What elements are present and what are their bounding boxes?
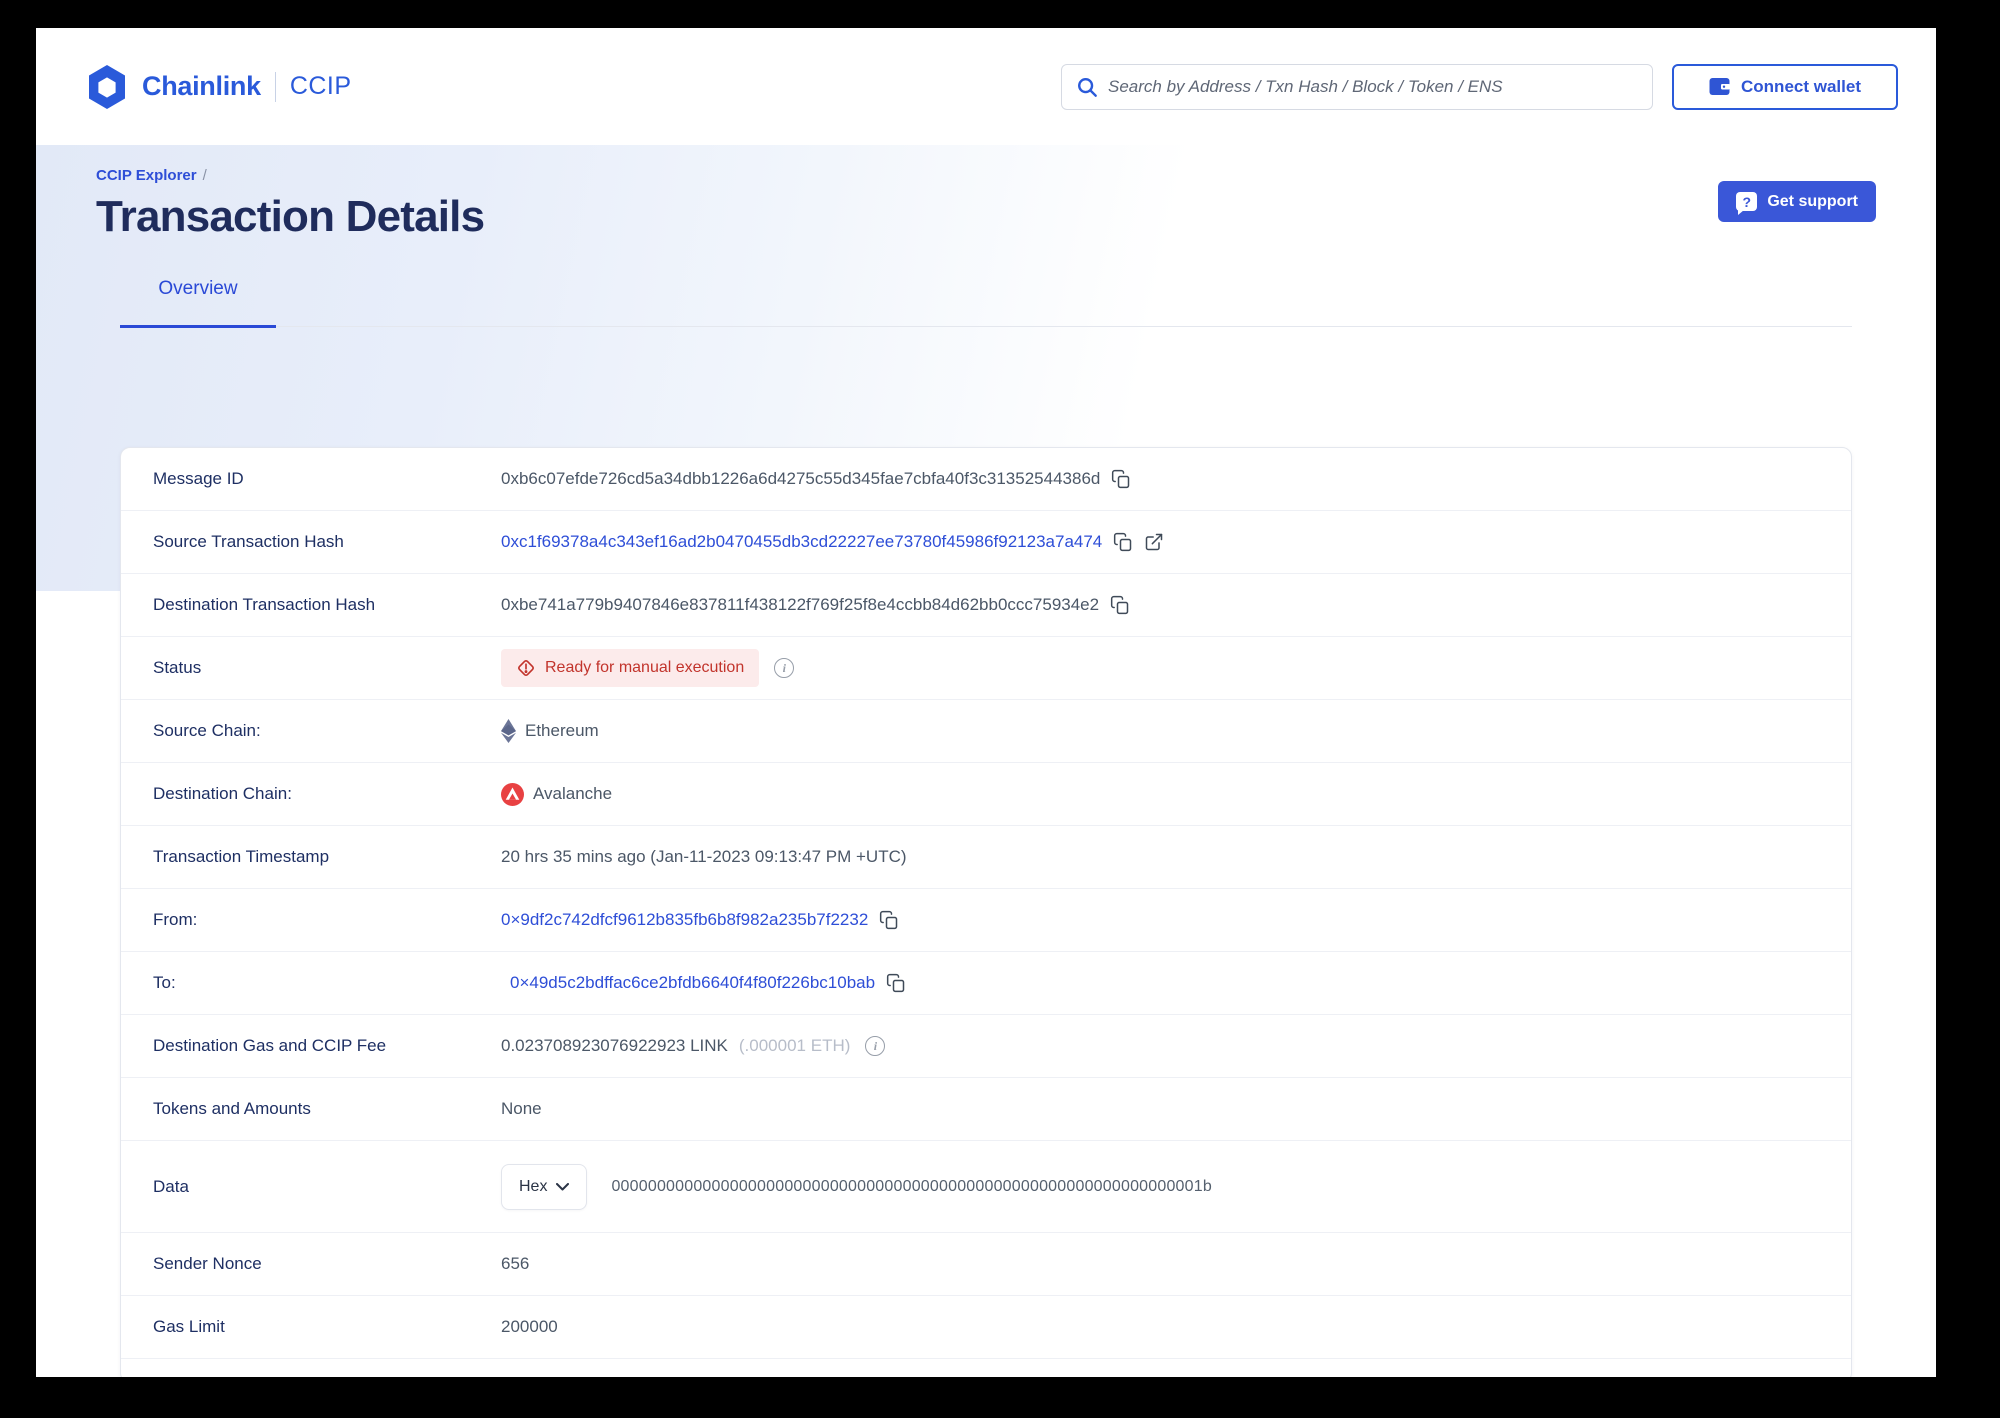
table-row-tokens: Tokens and Amounts None bbox=[121, 1078, 1851, 1141]
info-icon[interactable]: i bbox=[865, 1036, 886, 1056]
copy-icon[interactable] bbox=[879, 910, 899, 930]
tab-overview[interactable]: Overview bbox=[120, 278, 276, 328]
from-address-link[interactable]: 0×9df2c742dfcf9612b835fb6b8f982a235b7f22… bbox=[501, 910, 868, 930]
data-format-dropdown[interactable]: Hex bbox=[501, 1163, 588, 1210]
connect-wallet-button[interactable]: Connect wallet bbox=[1672, 63, 1898, 110]
brand-name: Chainlink bbox=[142, 71, 261, 101]
status-badge-label: Ready for manual execution bbox=[545, 659, 745, 676]
warning-diamond-icon bbox=[516, 658, 536, 678]
brand-product: CCIP bbox=[289, 72, 352, 100]
copy-icon[interactable] bbox=[1113, 532, 1133, 552]
row-label: Destination Chain: bbox=[153, 784, 292, 803]
row-label: Source Transaction Hash bbox=[153, 532, 344, 551]
source-tx-hash-link[interactable]: 0xc1f69378a4c343ef16ad2b0470455db3cd2222… bbox=[501, 532, 1102, 552]
ethereum-icon bbox=[501, 719, 516, 743]
connect-wallet-label: Connect wallet bbox=[1741, 76, 1861, 96]
main-content: CCIP Explorer / Transaction Details ? Get… bbox=[36, 167, 1936, 1377]
breadcrumb-separator: / bbox=[202, 167, 207, 184]
tokens-value: None bbox=[501, 1099, 542, 1118]
breadcrumb-link[interactable]: CCIP Explorer bbox=[96, 167, 197, 184]
search-icon bbox=[1076, 76, 1098, 98]
get-support-button[interactable]: ? Get support bbox=[1718, 181, 1876, 222]
search-input[interactable] bbox=[1108, 76, 1638, 97]
breadcrumb[interactable]: CCIP Explorer / bbox=[96, 167, 484, 184]
row-label: To: bbox=[153, 973, 176, 992]
question-bubble-icon: ? bbox=[1736, 192, 1758, 215]
row-label: Data bbox=[153, 1176, 189, 1196]
transaction-details-card: Message ID 0xb6c07efde726cd5a34dbb1226a6… bbox=[120, 447, 1852, 1377]
table-row-gas-limit: Gas Limit 200000 bbox=[121, 1296, 1851, 1359]
row-label: Source Chain: bbox=[153, 721, 261, 740]
brand-divider bbox=[274, 71, 276, 102]
dest-tx-hash-value: 0xbe741a779b9407846e837811f438122f769f25… bbox=[501, 595, 1100, 614]
row-label: Status bbox=[153, 658, 202, 677]
table-row-timestamp: Transaction Timestamp 20 hrs 35 mins ago… bbox=[121, 826, 1851, 889]
table-row-status: Status Ready for manual execution i bbox=[121, 637, 1851, 700]
fee-value: 0.023708923076922923 LINK bbox=[501, 1036, 728, 1055]
copy-icon[interactable] bbox=[1110, 595, 1130, 615]
page-title: Transaction Details bbox=[96, 192, 485, 241]
sender-nonce-value: 656 bbox=[501, 1254, 530, 1273]
top-navigation-bar: Chainlink CCIP Connect wallet bbox=[36, 28, 1936, 145]
source-chain-value: Ethereum bbox=[525, 721, 599, 740]
row-label: Destination Transaction Hash bbox=[153, 595, 376, 614]
info-icon[interactable]: i bbox=[774, 658, 795, 678]
row-label: Sender Nonce bbox=[153, 1254, 262, 1273]
fee-eth-value: (.000001 ETH) bbox=[738, 1036, 851, 1055]
chainlink-ccip-logo[interactable]: Chainlink CCIP bbox=[86, 64, 352, 110]
data-hex-value: 0000000000000000000000000000000000000000… bbox=[611, 1177, 1212, 1195]
row-label: Gas Limit bbox=[153, 1317, 225, 1336]
row-label: Transaction Timestamp bbox=[153, 847, 330, 866]
table-row-data: Data Hex 0000000000000000000000000000000… bbox=[121, 1141, 1851, 1233]
heading-left: CCIP Explorer / Transaction Details bbox=[96, 167, 485, 242]
chevron-down-icon bbox=[556, 1182, 570, 1191]
table-row-to: To: 0×49d5c2bdffac6ce2bfdb6640f4f80f226b… bbox=[121, 952, 1851, 1015]
row-label: Message ID bbox=[153, 469, 244, 488]
to-address-link[interactable]: 0×49d5c2bdffac6ce2bfdb6640f4f80f226bc10b… bbox=[510, 973, 875, 993]
table-row-dest-chain: Destination Chain: Avalanche bbox=[121, 763, 1851, 826]
row-label: From: bbox=[153, 910, 198, 929]
message-id-value: 0xb6c07efde726cd5a34dbb1226a6d4275c55d34… bbox=[501, 469, 1101, 488]
dest-chain-value: Avalanche bbox=[533, 784, 613, 803]
data-format-value: Hex bbox=[519, 1177, 548, 1195]
wallet-icon bbox=[1709, 77, 1731, 96]
ccip-explorer-page: Chainlink CCIP Connect wallet bbox=[36, 28, 1936, 1377]
tab-bar: Overview bbox=[120, 278, 1852, 328]
row-label: Tokens and Amounts bbox=[153, 1099, 311, 1118]
copy-icon[interactable] bbox=[1111, 469, 1131, 489]
search-bar[interactable] bbox=[1061, 63, 1653, 110]
external-link-icon[interactable] bbox=[1144, 532, 1164, 552]
table-row-message-id: Message ID 0xb6c07efde726cd5a34dbb1226a6… bbox=[121, 448, 1851, 511]
table-row-dest-tx-hash: Destination Transaction Hash 0xbe741a779… bbox=[121, 574, 1851, 637]
copy-icon[interactable] bbox=[886, 973, 906, 993]
table-row-fee: Destination Gas and CCIP Fee 0.023708923… bbox=[121, 1015, 1851, 1078]
table-row-source-chain: Source Chain: Ethereum bbox=[121, 700, 1851, 763]
status-badge: Ready for manual execution bbox=[501, 649, 760, 687]
avalanche-icon bbox=[501, 782, 524, 806]
table-row-sender-nonce: Sender Nonce 656 bbox=[121, 1233, 1851, 1296]
table-row-from: From: 0×9df2c742dfcf9612b835fb6b8f982a23… bbox=[121, 889, 1851, 952]
gas-limit-value: 200000 bbox=[501, 1317, 558, 1336]
chainlink-hexagon-icon bbox=[86, 64, 128, 110]
get-support-label: Get support bbox=[1767, 192, 1858, 210]
row-label: Destination Gas and CCIP Fee bbox=[153, 1036, 387, 1055]
table-row-source-tx-hash: Source Transaction Hash 0xc1f69378a4c343… bbox=[121, 511, 1851, 574]
heading-row: CCIP Explorer / Transaction Details ? Get… bbox=[96, 167, 1888, 242]
timestamp-value: 20 hrs 35 mins ago (Jan-11-2023 09:13:47… bbox=[501, 847, 907, 866]
